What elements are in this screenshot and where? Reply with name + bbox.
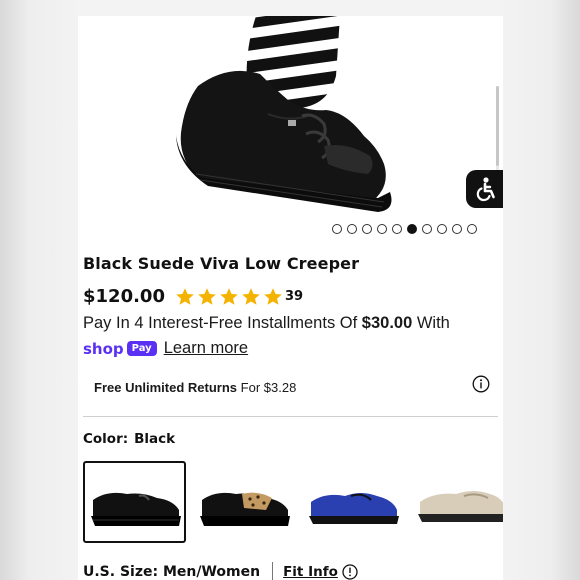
shop-pay-row: shop Pay Learn more bbox=[83, 339, 248, 358]
accessibility-icon bbox=[476, 177, 495, 202]
installments-suffix: With bbox=[416, 314, 450, 332]
star-icon bbox=[264, 287, 282, 305]
size-row: U.S. Size: Men/Women Fit Info bbox=[83, 562, 358, 580]
accessibility-button[interactable] bbox=[466, 170, 503, 208]
shop-pay-logo: shop bbox=[83, 339, 124, 358]
returns-bold-text: Free Unlimited Returns bbox=[94, 380, 238, 395]
rating-stars[interactable] bbox=[175, 287, 283, 307]
star-icon bbox=[242, 287, 260, 305]
size-separator bbox=[272, 562, 274, 580]
installments-text: Pay In 4 Interest-Free Installments Of $… bbox=[83, 314, 450, 333]
returns-info: Free Unlimited Returns For $3.28 bbox=[94, 380, 296, 395]
product-photo bbox=[176, 16, 392, 212]
help-icon[interactable] bbox=[342, 564, 358, 580]
blue-suede-shoe-thumbnail bbox=[308, 493, 399, 524]
installments-amount: $30.00 bbox=[361, 314, 413, 332]
color-label: Color: bbox=[83, 431, 129, 447]
section-divider bbox=[83, 416, 498, 417]
scrollbar-thumb[interactable] bbox=[496, 86, 499, 166]
gallery-dot[interactable] bbox=[422, 224, 432, 234]
star-icon bbox=[198, 287, 216, 305]
gallery-dot[interactable] bbox=[392, 224, 402, 234]
gallery-dot[interactable] bbox=[377, 224, 387, 234]
size-label: U.S. Size: Men/Women bbox=[83, 564, 261, 580]
leopard-shoe-thumbnail bbox=[199, 492, 290, 526]
color-value: Black bbox=[134, 431, 176, 447]
gallery-dot[interactable] bbox=[407, 224, 417, 234]
gallery-dot[interactable] bbox=[467, 224, 477, 234]
product-title: Black Suede Viva Low Creeper bbox=[83, 254, 360, 273]
product-price: $120.00 bbox=[83, 286, 165, 307]
learn-more-link[interactable]: Learn more bbox=[164, 339, 248, 358]
gallery-dot[interactable] bbox=[362, 224, 372, 234]
gallery-dot[interactable] bbox=[452, 224, 462, 234]
gallery-dot[interactable] bbox=[332, 224, 342, 234]
returns-suffix: For $3.28 bbox=[240, 380, 297, 395]
star-icon bbox=[220, 287, 238, 305]
swatch-black-leopard[interactable] bbox=[192, 461, 295, 543]
installments-prefix: Pay In 4 Interest-Free Installments Of bbox=[83, 314, 358, 332]
star-icon bbox=[176, 287, 194, 305]
swatch-beige-loafer[interactable] bbox=[410, 461, 503, 543]
review-count[interactable]: 39 bbox=[285, 289, 303, 304]
fit-info-link[interactable]: Fit Info bbox=[283, 564, 338, 580]
beige-loafer-thumbnail bbox=[417, 491, 503, 522]
info-icon[interactable] bbox=[472, 375, 490, 393]
product-image-gallery[interactable] bbox=[78, 16, 503, 238]
gallery-dot[interactable] bbox=[437, 224, 447, 234]
color-label-row: Color: Black bbox=[83, 431, 175, 447]
product-page: Black Suede Viva Low Creeper $120.00 39 … bbox=[78, 16, 503, 580]
gallery-dot[interactable] bbox=[347, 224, 357, 234]
price-rating-row: $120.00 39 bbox=[83, 286, 303, 307]
swatch-blue-suede[interactable] bbox=[301, 461, 404, 543]
color-swatches bbox=[83, 461, 503, 543]
swatch-black-suede[interactable] bbox=[83, 461, 186, 543]
black-suede-shoe-thumbnail bbox=[90, 492, 181, 526]
shop-pay-badge: Pay bbox=[126, 341, 157, 356]
gallery-pagination bbox=[332, 224, 477, 234]
